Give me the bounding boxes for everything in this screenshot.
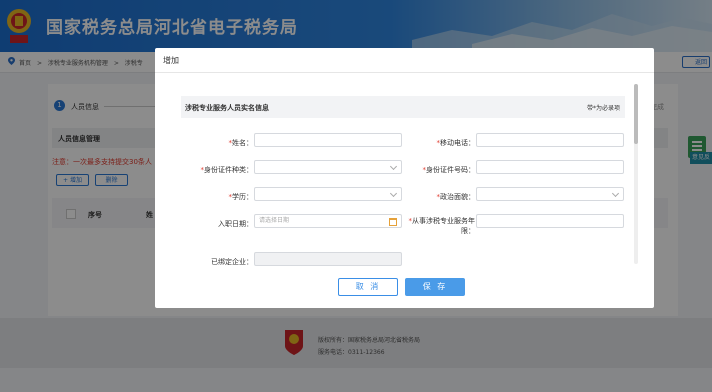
dialog-title: 增加 [163,56,179,65]
save-button[interactable]: 保 存 [405,278,465,296]
political-label-text: 政治面貌： [440,193,475,201]
form-section-title: 涉税专业服务人员实名信息 [185,104,269,112]
form-section-header: 涉税专业服务人员实名信息 带*为必录项 [181,96,625,118]
scrollbar-thumb[interactable] [634,84,638,144]
education-select[interactable] [254,187,402,201]
add-person-dialog: 增加 涉税专业服务人员实名信息 带*为必录项 *姓名： *移动电话： *身份证件… [155,48,654,308]
cancel-button[interactable]: 取 消 [338,278,398,296]
mobile-label-text: 移动电话： [440,139,475,147]
name-label-text: 姓名： [232,139,253,147]
mobile-label: *移动电话： [385,138,476,148]
political-label: *政治面貌： [385,192,476,202]
id-type-label-text: 身份证件种类： [204,166,253,174]
education-label: *学历： [163,192,254,202]
id-number-label: *身份证件号码： [385,165,476,175]
political-select[interactable] [476,187,624,201]
id-type-select[interactable] [254,160,402,174]
required-note: 带*为必录项 [586,105,620,112]
chevron-down-icon [611,189,620,198]
name-input[interactable] [254,133,402,147]
dialog-divider [155,72,654,73]
years-label: *从事涉税专业服务年 限： [380,216,476,236]
education-label-text: 学历： [232,193,253,201]
id-number-input[interactable] [476,160,624,174]
mobile-input[interactable] [476,133,624,147]
entry-date-placeholder: 请选择日期 [259,217,290,224]
entry-date-label: 入职日期： [218,220,253,228]
years-input[interactable] [476,214,624,228]
bound-company-label: 已绑定企业： [211,258,253,266]
id-number-label-text: 身份证件号码： [426,166,475,174]
name-label: *姓名： [163,138,254,148]
dialog-scrollbar[interactable] [634,84,638,264]
years-label-line2: 限： [461,227,475,235]
id-type-label: *身份证件种类： [163,165,254,175]
years-label-line1: 从事涉税专业服务年 [412,217,475,225]
bound-company-field [254,252,402,266]
